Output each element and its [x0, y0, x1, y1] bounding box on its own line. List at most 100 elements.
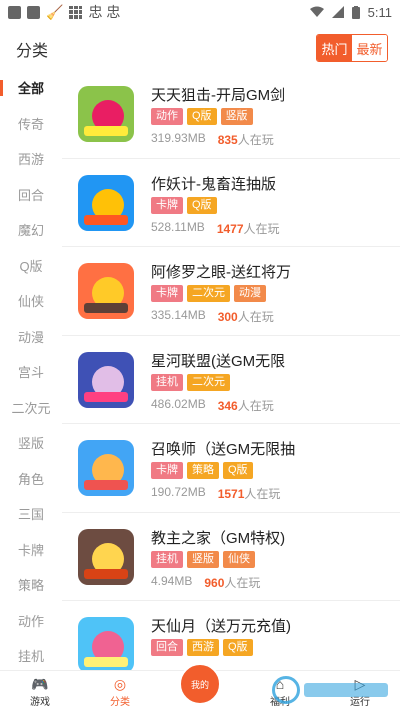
sidebar-item[interactable]: 角色 — [0, 461, 62, 497]
sidebar-item[interactable]: 挂机 — [0, 638, 62, 674]
player-number: 300 — [217, 310, 238, 324]
game-list-item[interactable]: 阿修罗之眼-送红将万卡牌 二次元 动漫 335.14MB 300人在玩 — [62, 247, 400, 336]
player-number: 346 — [217, 398, 238, 413]
sidebar-item[interactable]: 宫斗 — [0, 354, 62, 390]
nav-games[interactable]: 🎮 游戏 — [24, 671, 56, 711]
genre-tag: Q版 — [187, 108, 217, 125]
watermark-logo — [272, 668, 400, 711]
genre-tag: 二次元 — [187, 285, 230, 302]
game-name[interactable]: 天天狙击-开局GM剑 — [151, 84, 285, 105]
genre-tag: 挂机 — [151, 550, 183, 568]
game-icon[interactable] — [78, 440, 134, 496]
sidebar-item[interactable]: 动作 — [0, 603, 62, 639]
genre-tag: 卡牌 — [151, 285, 183, 302]
genre-tag: 竖版 — [220, 108, 253, 125]
game-list-item[interactable]: 星河联盟(送GM无限 挂机 二次元 486.02MB 346人在玩 — [62, 336, 400, 424]
game-meta: 335.14MB 300人在玩 — [151, 308, 274, 325]
genre-tag: 仙侠 — [223, 550, 255, 568]
game-name[interactable]: 天仙月（送万元充值) — [151, 615, 291, 636]
game-name[interactable]: 教主之家（GM特权) — [151, 527, 285, 548]
game-icon[interactable] — [78, 351, 134, 408]
sidebar-item[interactable]: 卡牌 — [0, 532, 62, 568]
genre-tag: 回合 — [151, 639, 183, 656]
genre-tag: 动漫 — [234, 285, 266, 302]
app-notification-text: 忠 忠 — [88, 4, 121, 20]
genre-tag: Q版 — [187, 196, 217, 214]
sidebar-item[interactable]: 二次元 — [0, 390, 62, 426]
notification-icon — [8, 5, 21, 19]
game-tags: 回合 西游 Q版 — [151, 639, 253, 656]
game-meta: 319.93MB 835人在玩 — [151, 131, 274, 148]
game-size: 4.94MB — [151, 573, 193, 588]
genre-tag: 挂机 — [151, 373, 183, 391]
game-icon[interactable] — [78, 263, 134, 319]
nav-category[interactable]: ◎ 分类 — [104, 671, 136, 711]
tab-hot[interactable]: 热门 — [317, 35, 352, 61]
apps-grid-icon — [69, 5, 83, 19]
player-suffix: 人在玩 — [224, 575, 261, 590]
player-suffix: 人在玩 — [243, 221, 280, 236]
game-list-item[interactable]: 作妖计-鬼畜连抽版 卡牌 Q版 528.11MB 1477人在玩 — [62, 159, 400, 247]
wifi-icon — [309, 6, 324, 17]
player-suffix: 人在玩 — [237, 398, 274, 413]
player-number: 960 — [204, 575, 225, 590]
sidebar-item[interactable]: 回合 — [0, 177, 62, 213]
genre-tag: 动作 — [151, 108, 183, 125]
game-icon[interactable] — [78, 528, 134, 585]
game-list-item[interactable]: 召唤师（送GM无限抽 卡牌 策略 Q版 190.72MB 1571人在玩 — [62, 424, 400, 513]
player-number: 835 — [217, 133, 238, 147]
sidebar-item[interactable]: 魔幻 — [0, 212, 62, 248]
tab-newest[interactable]: 最新 — [352, 35, 387, 61]
genre-tag: 卡牌 — [151, 462, 183, 479]
player-count: 960人在玩 — [204, 574, 260, 591]
sidebar-item[interactable]: 竖版 — [0, 425, 62, 461]
game-tags: 挂机 竖版 仙侠 — [151, 550, 255, 568]
player-number: 1571 — [217, 487, 245, 501]
game-list-item[interactable]: 教主之家（GM特权) 挂机 竖版 仙侠 4.94MB 960人在玩 — [62, 513, 400, 601]
nav-label: 游戏 — [30, 697, 50, 708]
player-number: 1477 — [216, 221, 244, 236]
sidebar-item[interactable]: 西游 — [0, 141, 62, 177]
game-name[interactable]: 作妖计-鬼畜连抽版 — [151, 173, 276, 194]
game-name[interactable]: 星河联盟(送GM无限 — [151, 350, 285, 371]
game-list-item[interactable]: 天仙月（送万元充值) 回合 西游 Q版 — [62, 601, 400, 670]
player-suffix: 人在玩 — [237, 310, 274, 324]
sidebar-item[interactable]: Q版 — [0, 248, 62, 284]
player-count: 835人在玩 — [218, 131, 274, 148]
page-title: 分类 — [16, 43, 49, 60]
game-list: 天天狙击-开局GM剑 动作 Q版 竖版 319.93MB 835人在玩 作妖计-鬼畜连抽版卡… — [62, 70, 400, 670]
sidebar-item[interactable]: 传奇 — [0, 106, 62, 142]
sidebar-item[interactable]: 三国 — [0, 496, 62, 532]
game-name[interactable]: 阿修罗之眼-送红将万 — [151, 261, 291, 282]
sidebar-item[interactable]: 仙侠 — [0, 283, 62, 319]
sidebar-item[interactable]: 全部 — [0, 70, 62, 106]
game-tags: 挂机 二次元 — [151, 373, 230, 391]
notification-icon — [27, 5, 40, 19]
category-icon: ◎ — [113, 676, 127, 692]
genre-tag: 策略 — [187, 462, 219, 479]
game-meta: 4.94MB 960人在玩 — [151, 574, 260, 591]
game-icon[interactable] — [78, 617, 134, 670]
sidebar-item[interactable]: 动漫 — [0, 319, 62, 355]
status-left: 🧹 忠 忠 — [8, 2, 120, 22]
game-meta: 486.02MB 346人在玩 — [151, 397, 274, 414]
game-tags: 卡牌 Q版 — [151, 196, 217, 214]
nav-label: 我的 — [190, 679, 209, 690]
header: 分类 热门 最新 — [0, 24, 400, 70]
game-list-item[interactable]: 天天狙击-开局GM剑动作 Q版 竖版 319.93MB 835人在玩 — [62, 70, 400, 159]
nav-label: 分类 — [110, 697, 130, 708]
game-icon[interactable] — [78, 86, 134, 142]
sidebar-item[interactable]: 策略 — [0, 567, 62, 603]
game-tags: 动作 Q版 竖版 — [151, 108, 253, 125]
nav-profile[interactable]: 我的 — [179, 663, 221, 705]
game-tags: 卡牌 策略 Q版 — [151, 462, 253, 479]
game-meta: 528.11MB 1477人在玩 — [151, 220, 280, 237]
signal-icon — [331, 6, 344, 18]
status-right: 5:11 — [309, 5, 392, 20]
game-icon[interactable] — [78, 174, 134, 231]
battery-icon — [351, 5, 360, 19]
player-count: 346人在玩 — [218, 397, 274, 414]
sort-toggle: 热门 最新 — [316, 34, 388, 62]
game-name[interactable]: 召唤师（送GM无限抽 — [151, 438, 295, 459]
watermark-circle-icon — [272, 675, 300, 704]
